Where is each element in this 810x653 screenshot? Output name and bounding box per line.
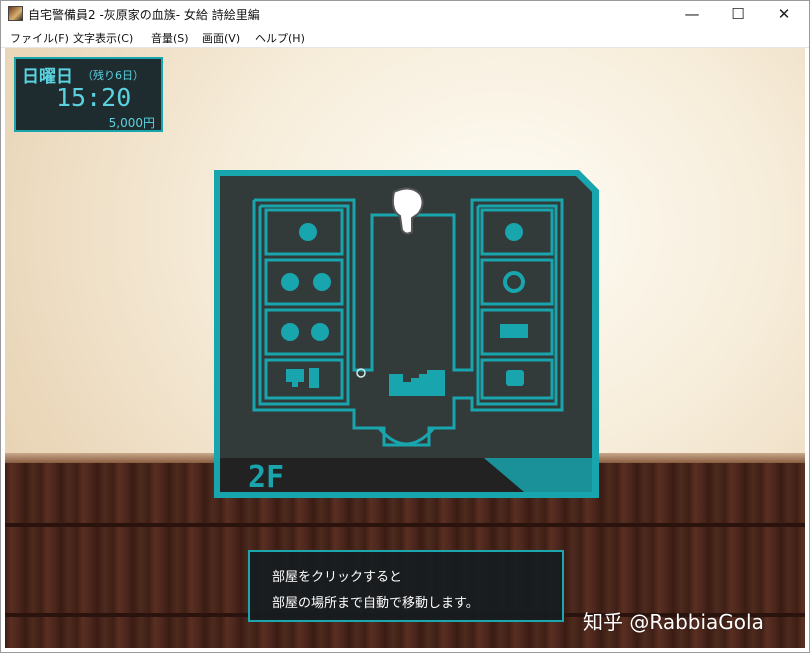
close-button[interactable]: ✕ (761, 1, 807, 27)
app-icon[interactable] (8, 6, 23, 21)
floor-map[interactable]: 2F (214, 170, 599, 498)
person-icon (299, 223, 317, 241)
title-bar[interactable]: 自宅警備員2 -灰原家の血族- 女給 詩絵里編 — ☐ ✕ (1, 1, 809, 27)
window-title: 自宅警備員2 -灰原家の血族- 女給 詩絵里編 (28, 8, 260, 22)
menu-text-display[interactable]: 文字表示(C) (73, 30, 133, 46)
watermark: 知乎 @RabbiaGola (583, 610, 764, 634)
days-remaining: （残り6日） (82, 69, 144, 82)
menu-bar: ファイル(F) 文字表示(C) 音量(S) 画面(V) ヘルプ(H) (1, 27, 809, 48)
menu-screen[interactable]: 画面(V) (202, 30, 240, 46)
minimize-button[interactable]: — (669, 1, 715, 27)
game-viewport[interactable]: 日曜日 （残り6日） 15:20 5,000円 2F 部屋をクリックすると 部屋… (5, 48, 805, 648)
hand-icon (506, 370, 524, 386)
person-icon (311, 323, 329, 341)
menu-file[interactable]: ファイル(F) (10, 30, 69, 46)
money-amount: 5,000円 (108, 116, 155, 130)
time-status-panel: 日曜日 （残り6日） 15:20 5,000円 (14, 57, 163, 132)
floor-label: 2F (248, 460, 284, 495)
person-icon (313, 273, 331, 291)
message-line-2: 部屋の場所まで自動で移動します。 (272, 596, 479, 611)
message-line-1: 部屋をクリックすると (272, 570, 403, 585)
person-icon (281, 323, 299, 341)
message-box: 部屋をクリックすると 部屋の場所まで自動で移動します。 (248, 550, 564, 622)
person-icon (505, 223, 523, 241)
maximize-button[interactable]: ☐ (715, 1, 761, 27)
bed-icon (500, 324, 528, 338)
person-icon (281, 273, 299, 291)
game-window: 自宅警備員2 -灰原家の血族- 女給 詩絵里編 — ☐ ✕ ファイル(F) 文字表… (0, 0, 810, 653)
clock-time: 15:20 (56, 83, 132, 112)
menu-help[interactable]: ヘルプ(H) (255, 30, 305, 46)
menu-volume[interactable]: 音量(S) (151, 30, 189, 46)
